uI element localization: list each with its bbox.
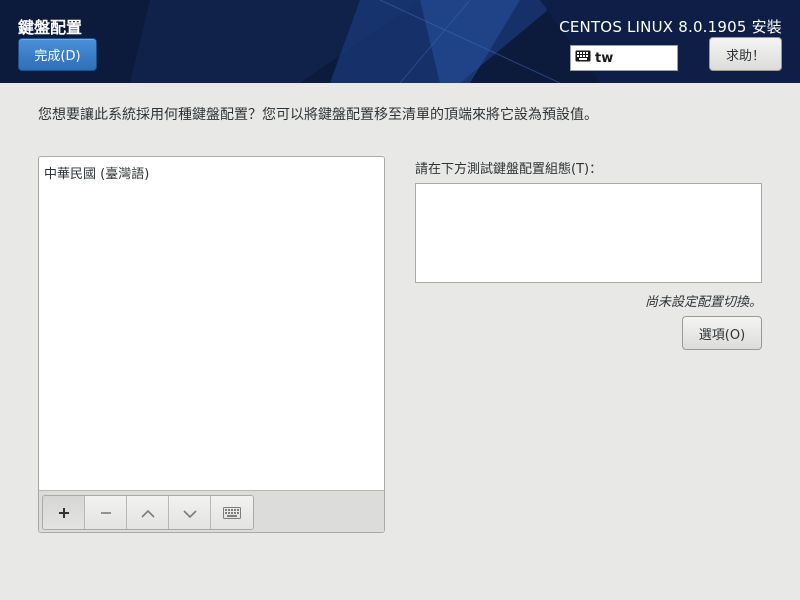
move-up-button[interactable] bbox=[127, 496, 169, 529]
test-layout-textarea[interactable] bbox=[415, 183, 762, 283]
list-item[interactable]: 中華民國 (臺灣語) bbox=[39, 157, 384, 188]
instructions-text: 您想要讓此系統採用何種鍵盤配置？您可以將鍵盤配置移至清單的頂端來將它設為預設值。 bbox=[38, 107, 598, 123]
toolbar-button-group bbox=[42, 495, 254, 530]
keyboard-layout-indicator[interactable]: tw bbox=[570, 45, 678, 71]
move-down-button[interactable] bbox=[169, 496, 211, 529]
layout-switch-status: 尚未設定配置切換。 bbox=[644, 295, 762, 310]
add-layout-button[interactable] bbox=[43, 496, 85, 529]
chevron-down-icon bbox=[182, 504, 197, 523]
header-background bbox=[0, 0, 800, 83]
product-title: CENTOS LINUX 8.0.1905 安裝 bbox=[559, 18, 782, 36]
header-bar: 鍵盤配置 完成(D) CENTOS LINUX 8.0.1905 安裝 tw 求… bbox=[0, 0, 800, 83]
options-button[interactable]: 選項(O) bbox=[682, 316, 762, 350]
remove-icon bbox=[100, 504, 112, 523]
test-layout-label: 請在下方測試鍵盤配置組態(T)： bbox=[415, 162, 603, 177]
done-button[interactable]: 完成(D) bbox=[18, 38, 97, 71]
layout-toolbar bbox=[39, 490, 384, 532]
chevron-up-icon bbox=[140, 504, 155, 523]
preview-layout-button[interactable] bbox=[211, 496, 253, 529]
keyboard-indicator-label: tw bbox=[595, 50, 614, 66]
page-title: 鍵盤配置 bbox=[18, 18, 83, 37]
layout-list[interactable]: 中華民國 (臺灣語) bbox=[39, 157, 384, 490]
layout-panel: 中華民國 (臺灣語) bbox=[38, 156, 385, 533]
add-icon bbox=[58, 504, 70, 523]
remove-layout-button[interactable] bbox=[85, 496, 127, 529]
keyboard-icon bbox=[575, 50, 595, 66]
help-button[interactable]: 求助！ bbox=[709, 37, 782, 71]
keyboard-icon bbox=[223, 504, 241, 523]
